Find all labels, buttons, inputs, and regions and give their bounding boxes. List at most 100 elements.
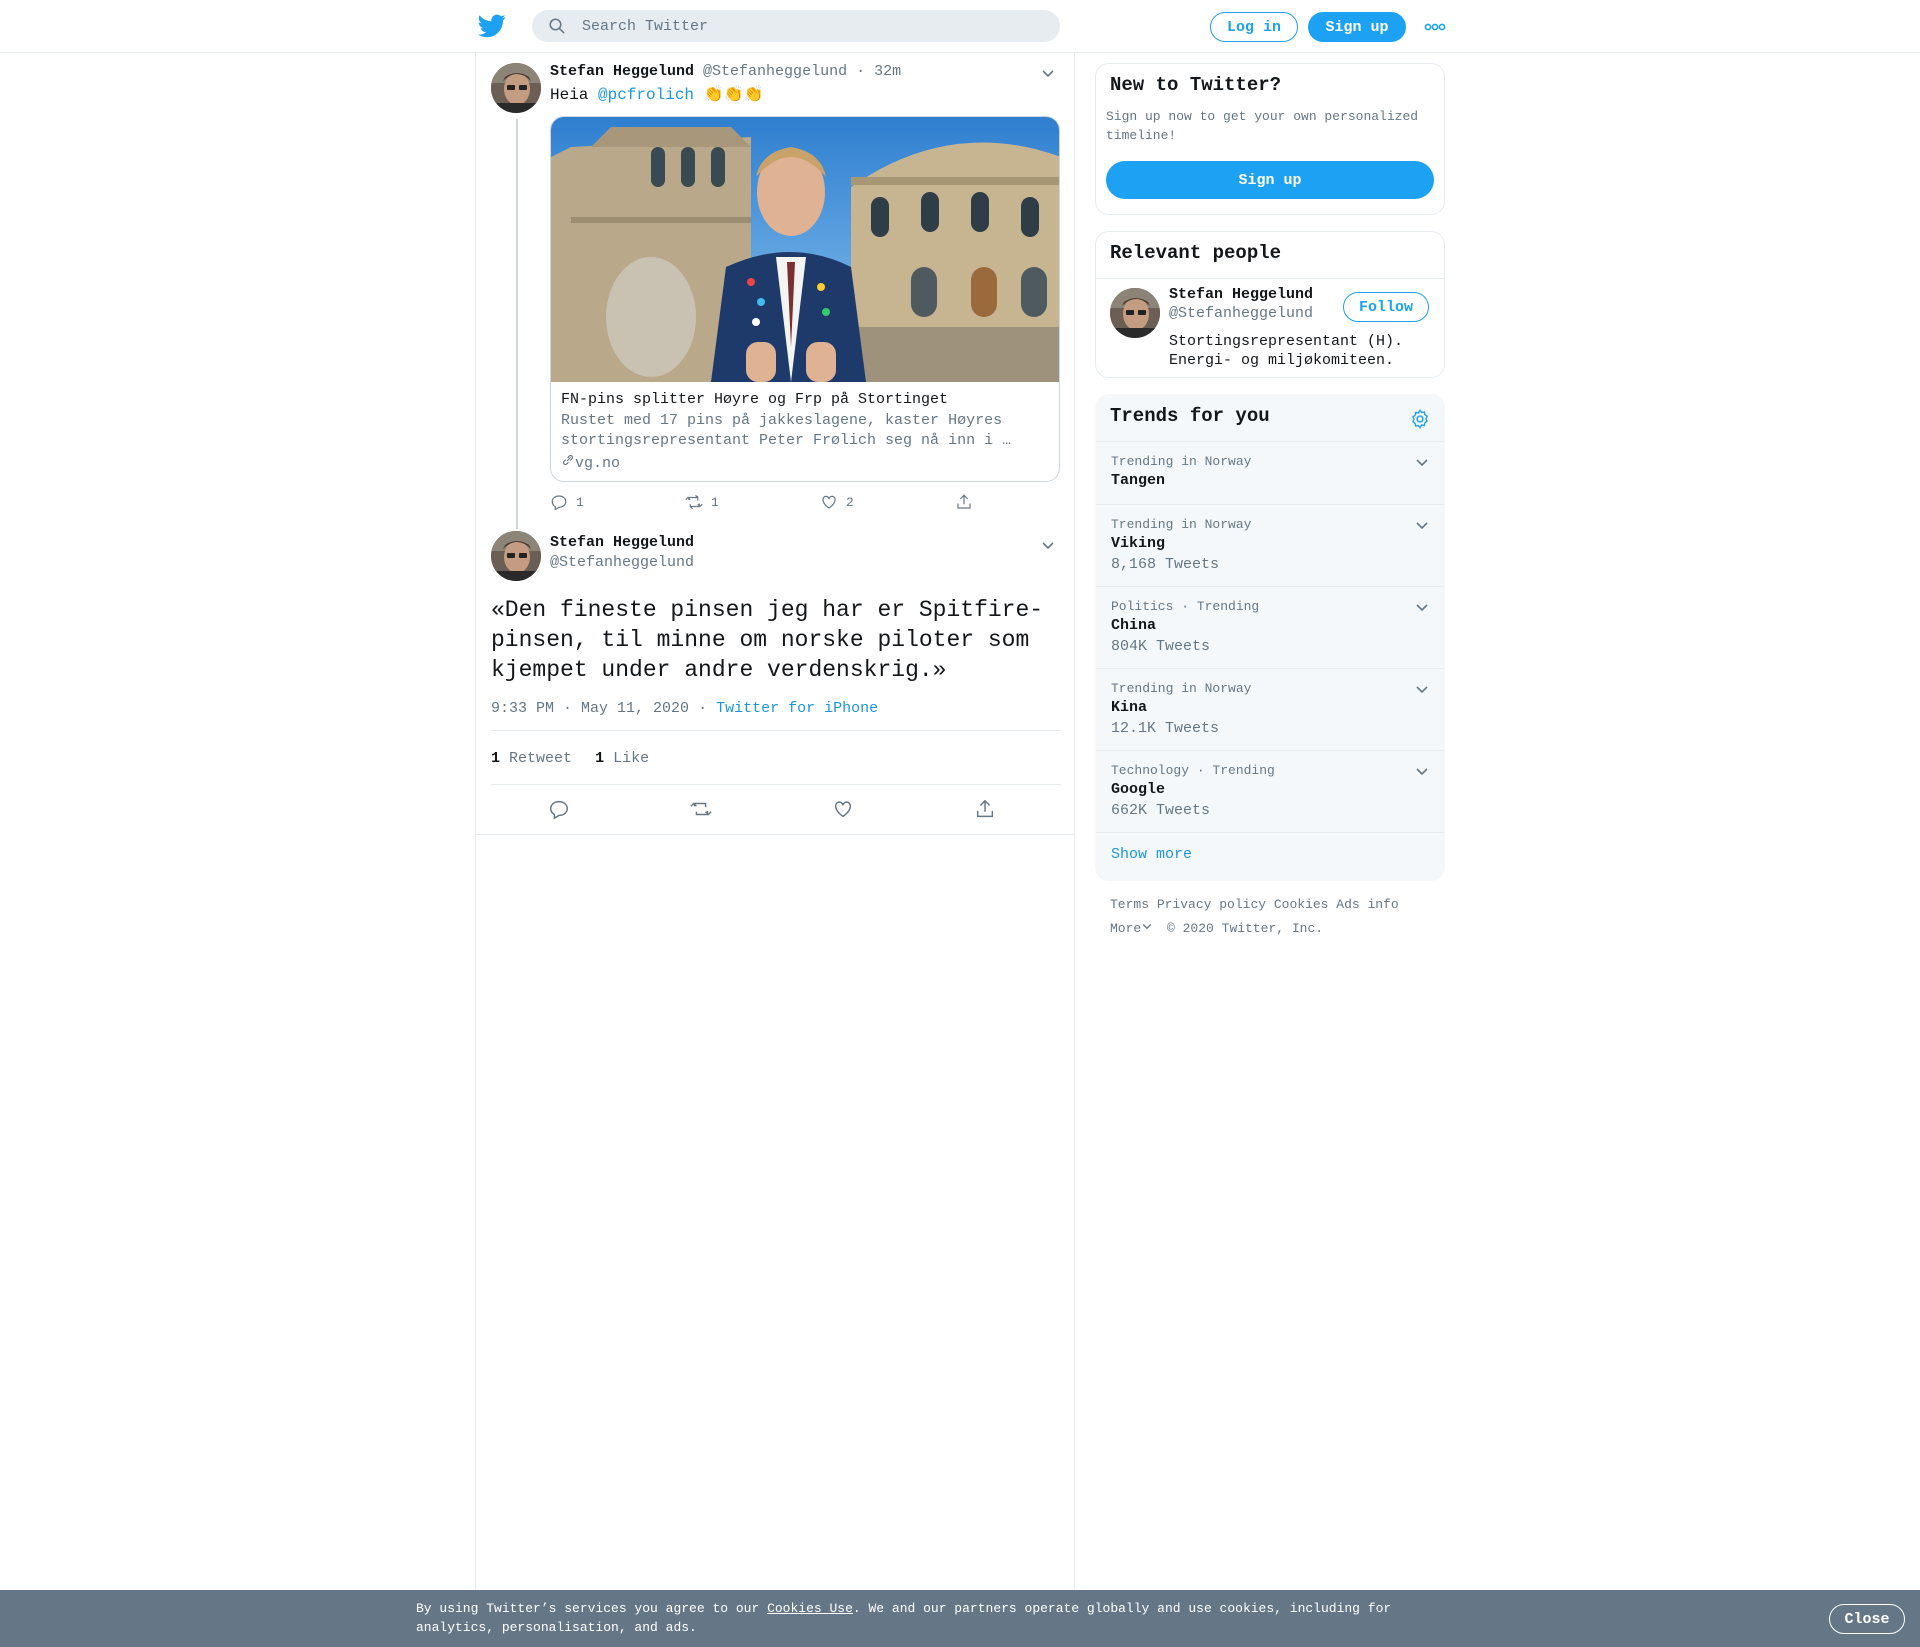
trend-item[interactable]: Politics · Trending China 804K Tweets bbox=[1096, 586, 1444, 668]
divider bbox=[476, 834, 1074, 835]
mention-link[interactable]: @pcfrolich bbox=[598, 86, 694, 104]
retweet-stat[interactable]: 1 Retweet bbox=[491, 750, 572, 767]
trend-context: Trending in Norway bbox=[1111, 454, 1252, 469]
share-icon[interactable] bbox=[974, 798, 996, 820]
share-action[interactable] bbox=[955, 493, 973, 511]
retweet-action[interactable]: 1 bbox=[685, 493, 719, 511]
timeline-column: Stefan Heggelund @Stefanheggelund · 32m … bbox=[475, 53, 1075, 1593]
trend-item[interactable]: Trending in Norway Kina 12.1K Tweets bbox=[1096, 668, 1444, 750]
footer-more[interactable]: More bbox=[1110, 921, 1153, 936]
reply-icon[interactable] bbox=[548, 798, 570, 820]
author-handle[interactable]: @Stefanheggelund bbox=[550, 554, 694, 571]
author-name[interactable]: Stefan Heggelund bbox=[550, 534, 694, 551]
settings-gear-icon[interactable] bbox=[1409, 408, 1431, 430]
chevron-down-icon[interactable] bbox=[1414, 599, 1430, 615]
trends-title: Trends for you bbox=[1110, 405, 1270, 427]
link-icon bbox=[563, 455, 573, 465]
follow-button[interactable]: Follow bbox=[1343, 292, 1429, 322]
cookie-text: By using Twitter’s services you agree to… bbox=[416, 1599, 1416, 1637]
retweet-stat-label: Retweet bbox=[509, 750, 573, 767]
signup-box-title: New to Twitter? bbox=[1110, 74, 1282, 96]
heart-icon[interactable] bbox=[832, 798, 854, 820]
trend-name: China bbox=[1111, 617, 1157, 634]
trend-context: Politics · Trending bbox=[1111, 599, 1260, 614]
clap-emoji: 👏👏👏 bbox=[703, 86, 764, 104]
person-handle[interactable]: @Stefanheggelund bbox=[1169, 305, 1313, 322]
trend-item[interactable]: Technology · Trending Google 662K Tweets bbox=[1096, 750, 1444, 832]
signup-button[interactable]: Sign up bbox=[1308, 12, 1406, 42]
tweet-source[interactable]: Twitter for iPhone bbox=[716, 700, 878, 717]
avatar-photo bbox=[1110, 288, 1160, 338]
avatar[interactable] bbox=[491, 531, 541, 581]
like-count: 2 bbox=[846, 494, 854, 510]
author-name[interactable]: Stefan Heggelund bbox=[550, 63, 694, 80]
reply-action[interactable]: 1 bbox=[550, 493, 584, 511]
chevron-down-icon[interactable] bbox=[1040, 65, 1056, 81]
person-bio: Stortingsrepresentant (H). Energi- og mi… bbox=[1169, 333, 1404, 369]
footer-link-terms[interactable]: Terms bbox=[1110, 897, 1149, 912]
footer-link-cookies[interactable]: Cookies bbox=[1274, 897, 1329, 912]
copyright: © 2020 Twitter, Inc. bbox=[1167, 921, 1324, 936]
tweet-timestamp[interactable]: 9:33 PM · May 11, 2020 bbox=[491, 700, 689, 717]
like-stat-count: 1 bbox=[595, 750, 605, 767]
trend-name: Google bbox=[1111, 781, 1166, 798]
tweet-time[interactable]: 32m bbox=[874, 63, 901, 80]
like-action[interactable]: 2 bbox=[820, 493, 854, 511]
chevron-down-icon[interactable] bbox=[1040, 537, 1056, 553]
chevron-down-icon bbox=[1142, 924, 1152, 930]
twitter-bird-icon[interactable] bbox=[478, 14, 506, 38]
signup-box: New to Twitter? Sign up now to get your … bbox=[1095, 63, 1445, 215]
tweet-text-prefix: Heia bbox=[550, 86, 599, 104]
avatar[interactable] bbox=[1110, 288, 1160, 338]
cookie-banner: By using Twitter’s services you agree to… bbox=[0, 1590, 1920, 1647]
sidebar-signup-button[interactable]: Sign up bbox=[1106, 161, 1434, 199]
card-title: FN-pins splitter Høyre og Frp på Stortin… bbox=[561, 391, 949, 408]
reply-count: 1 bbox=[576, 494, 584, 510]
chevron-down-icon[interactable] bbox=[1414, 681, 1430, 697]
like-stat[interactable]: 1 Like bbox=[595, 750, 649, 767]
tweet-text: «Den fineste pinsen jeg har er Spitfire-… bbox=[491, 597, 1044, 683]
close-cookie-button[interactable]: Close bbox=[1829, 1604, 1905, 1634]
author-handle[interactable]: @Stefanheggelund bbox=[703, 63, 847, 80]
card-description: Rustet med 17 pins på jakkeslagene, kast… bbox=[561, 412, 1012, 449]
footer-link-privacy[interactable]: Privacy policy bbox=[1157, 897, 1266, 912]
reply-icon bbox=[551, 495, 567, 511]
separator: · bbox=[856, 63, 866, 80]
trend-count: 12.1K Tweets bbox=[1111, 720, 1220, 737]
search-input[interactable] bbox=[582, 10, 1042, 42]
trend-context: Trending in Norway bbox=[1111, 517, 1252, 532]
footer-link-ads[interactable]: Ads info bbox=[1336, 897, 1398, 912]
cookies-use-link[interactable]: Cookies Use bbox=[767, 1601, 853, 1616]
tweet-meta: 9:33 PM · May 11, 2020 · Twitter for iPh… bbox=[491, 700, 878, 717]
search-icon bbox=[549, 18, 565, 34]
trend-name: Kina bbox=[1111, 699, 1148, 716]
search-box[interactable] bbox=[532, 10, 1060, 42]
show-more-link[interactable]: Show more bbox=[1111, 846, 1192, 863]
tweet-header: Stefan Heggelund @Stefanheggelund · 32m bbox=[550, 63, 901, 80]
divider bbox=[1096, 278, 1444, 279]
retweet-icon[interactable] bbox=[690, 798, 712, 820]
login-button[interactable]: Log in bbox=[1210, 12, 1298, 42]
avatar[interactable] bbox=[491, 63, 541, 113]
trend-count: 804K Tweets bbox=[1111, 638, 1211, 655]
retweet-count: 1 bbox=[711, 494, 719, 510]
tweet-actions: 1 1 2 bbox=[550, 493, 1060, 515]
card-domain-text: vg.no bbox=[575, 455, 621, 472]
chevron-down-icon[interactable] bbox=[1414, 517, 1430, 533]
trend-context: Technology · Trending bbox=[1111, 763, 1275, 778]
link-card[interactable]: FN-pins splitter Høyre og Frp på Stortin… bbox=[550, 116, 1060, 482]
trend-item[interactable]: Trending in Norway Tangen bbox=[1096, 441, 1444, 504]
chevron-down-icon[interactable] bbox=[1414, 454, 1430, 470]
trend-name: Tangen bbox=[1111, 472, 1166, 489]
relevant-people-box: Relevant people Stefan Heggelund @Stefan… bbox=[1095, 231, 1445, 378]
person-name[interactable]: Stefan Heggelund bbox=[1169, 286, 1313, 303]
footer-links: Terms Privacy policy Cookies Ads info bbox=[1110, 897, 1399, 912]
trend-name: Viking bbox=[1111, 535, 1166, 552]
footer-row-2: More © 2020 Twitter, Inc. bbox=[1110, 920, 1323, 936]
top-bar: Log in Sign up bbox=[0, 0, 1920, 53]
more-dots-icon[interactable] bbox=[1424, 20, 1446, 34]
trend-item[interactable]: Trending in Norway Viking 8,168 Tweets bbox=[1096, 504, 1444, 586]
tweet-stats: 1 Retweet 1 Like bbox=[491, 750, 649, 767]
avatar-photo bbox=[491, 531, 541, 581]
chevron-down-icon[interactable] bbox=[1414, 763, 1430, 779]
